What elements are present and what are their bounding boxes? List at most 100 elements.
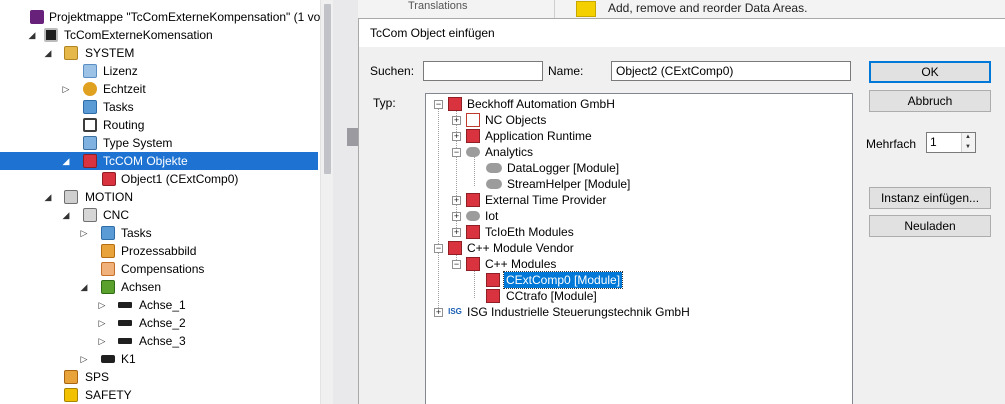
tree-item-motion[interactable]: ◢ MOTION bbox=[0, 188, 318, 206]
type-tree[interactable]: − Beckhoff Automation GmbH + NC Objects … bbox=[425, 93, 853, 404]
tree-node-beckhoff[interactable]: − Beckhoff Automation GmbH bbox=[426, 96, 852, 112]
background-block bbox=[347, 128, 358, 146]
collapse-box-icon[interactable]: − bbox=[452, 260, 461, 269]
tree-node-cpp-modules[interactable]: − C++ Modules bbox=[426, 256, 852, 272]
tree-node-iot[interactable]: + Iot bbox=[426, 208, 852, 224]
nc-objects-icon bbox=[466, 113, 480, 127]
collapsed-arrow-icon[interactable]: ▷ bbox=[96, 296, 108, 314]
collapsed-arrow-icon[interactable]: ▷ bbox=[78, 350, 90, 368]
reload-button[interactable]: Neuladen bbox=[869, 215, 991, 237]
tree-item-routing[interactable]: Routing bbox=[0, 116, 318, 134]
tree-item-lizenz[interactable]: Lizenz bbox=[0, 62, 318, 80]
tree-item-compensations[interactable]: Compensations bbox=[0, 260, 318, 278]
tree-node-streamhelper[interactable]: StreamHelper [Module] bbox=[426, 176, 852, 192]
insert-instance-button[interactable]: Instanz einfügen... bbox=[869, 187, 991, 209]
tree-item-achsen[interactable]: ◢ Achsen bbox=[0, 278, 318, 296]
tree-item-achse-3[interactable]: ▷ Achse_3 bbox=[0, 332, 318, 350]
tree-item-project[interactable]: ◢ TcComExterneKomensation bbox=[0, 26, 318, 44]
tree-node-datalogger[interactable]: DataLogger [Module] bbox=[426, 160, 852, 176]
tree-item-solution[interactable]: Projektmappe "TcComExterneKompensation" … bbox=[0, 8, 320, 26]
expanded-arrow-icon[interactable]: ◢ bbox=[60, 206, 72, 224]
cloud-icon bbox=[466, 211, 480, 221]
tccom-icon bbox=[466, 257, 480, 271]
tree-item-k1[interactable]: ▷ K1 bbox=[0, 350, 318, 368]
multiple-label: Mehrfach bbox=[866, 137, 917, 151]
tree-item-system[interactable]: ◢ SYSTEM bbox=[0, 44, 318, 62]
search-input[interactable] bbox=[423, 61, 543, 81]
collapsed-arrow-icon[interactable]: ▷ bbox=[60, 80, 72, 98]
background-divider bbox=[554, 0, 555, 18]
expand-box-icon[interactable]: + bbox=[452, 132, 461, 141]
expand-box-icon[interactable]: + bbox=[434, 308, 443, 317]
tree-node-analytics[interactable]: − Analytics bbox=[426, 144, 852, 160]
collapsed-arrow-icon[interactable]: ▷ bbox=[96, 314, 108, 332]
stepper-down-icon[interactable]: ▼ bbox=[965, 143, 971, 152]
project-icon bbox=[44, 28, 58, 42]
tree-node-nc-objects[interactable]: + NC Objects bbox=[426, 112, 852, 128]
expanded-arrow-icon[interactable]: ◢ bbox=[60, 152, 72, 170]
tree-item-cnc-tasks[interactable]: ▷ Tasks bbox=[0, 224, 318, 242]
cancel-button[interactable]: Abbruch bbox=[869, 90, 991, 112]
expand-box-icon[interactable]: + bbox=[452, 196, 461, 205]
name-input[interactable]: Object2 (CExtComp0) bbox=[611, 61, 851, 81]
channel-icon bbox=[101, 355, 115, 363]
explorer-scrollbar[interactable] bbox=[320, 0, 333, 404]
tree-item-achse-2[interactable]: ▷ Achse_2 bbox=[0, 314, 318, 332]
expanded-arrow-icon[interactable]: ◢ bbox=[42, 188, 54, 206]
collapse-box-icon[interactable]: − bbox=[434, 244, 443, 253]
cloud-icon bbox=[486, 163, 502, 173]
tree-item-cnc[interactable]: ◢ CNC bbox=[0, 206, 318, 224]
tree-item-sps[interactable]: SPS bbox=[0, 368, 318, 386]
collapsed-arrow-icon[interactable]: ▷ bbox=[96, 332, 108, 350]
axis-icon bbox=[118, 320, 132, 326]
compensations-icon bbox=[101, 262, 115, 276]
routing-icon bbox=[83, 118, 97, 132]
stepper-up-icon[interactable]: ▲ bbox=[965, 133, 971, 142]
tree-node-tcioeth-modules[interactable]: + TcIoEth Modules bbox=[426, 224, 852, 240]
tree-node-application-runtime[interactable]: + Application Runtime bbox=[426, 128, 852, 144]
realtime-icon bbox=[83, 82, 97, 96]
axes-icon bbox=[101, 280, 115, 294]
expand-box-icon[interactable]: + bbox=[452, 116, 461, 125]
tree-item-echtzeit[interactable]: ▷ Echtzeit bbox=[0, 80, 318, 98]
ok-button[interactable]: OK bbox=[869, 61, 991, 83]
collapsed-arrow-icon[interactable]: ▷ bbox=[78, 224, 90, 242]
background-hint-text: Add, remove and reorder Data Areas. bbox=[608, 1, 808, 15]
tree-item-type-system[interactable]: Type System bbox=[0, 134, 318, 152]
stepper-arrows[interactable]: ▲ ▼ bbox=[961, 133, 975, 152]
tree-item-tccom-objekte[interactable]: ◢ TcCOM Objekte bbox=[0, 152, 318, 170]
isg-logo-icon: ISG bbox=[448, 307, 462, 316]
name-label: Name: bbox=[548, 64, 584, 78]
tree-node-cctrafo[interactable]: CCtrafo [Module] bbox=[426, 288, 852, 304]
screen: Projektmappe "TcComExterneKompensation" … bbox=[0, 0, 1005, 404]
tree-item-prozessabbild[interactable]: Prozessabbild bbox=[0, 242, 318, 260]
background-window: Translations Add, remove and reorder Dat… bbox=[358, 0, 1005, 18]
expanded-arrow-icon[interactable]: ◢ bbox=[78, 278, 90, 296]
tccom-icon bbox=[448, 241, 462, 255]
background-tree-text: Translations bbox=[408, 0, 468, 12]
expanded-arrow-icon[interactable]: ◢ bbox=[42, 44, 54, 62]
tree-item-tasks[interactable]: Tasks bbox=[0, 98, 318, 116]
expand-box-icon[interactable]: + bbox=[452, 228, 461, 237]
scrollbar-thumb[interactable] bbox=[324, 4, 331, 174]
multiple-stepper[interactable]: 1 ▲ ▼ bbox=[926, 132, 976, 153]
tree-item-achse-1[interactable]: ▷ Achse_1 bbox=[0, 296, 318, 314]
expand-box-icon[interactable]: + bbox=[452, 212, 461, 221]
collapse-box-icon[interactable]: − bbox=[452, 148, 461, 157]
cloud-icon bbox=[486, 179, 502, 189]
tree-node-external-time-provider[interactable]: + External Time Provider bbox=[426, 192, 852, 208]
tccom-icon bbox=[83, 154, 97, 168]
tasks-icon bbox=[101, 226, 115, 240]
tccom-icon bbox=[466, 193, 480, 207]
tree-node-cextcomp0[interactable]: CExtComp0 [Module] bbox=[426, 271, 852, 289]
axis-icon bbox=[118, 338, 132, 344]
tccom-icon bbox=[466, 225, 480, 239]
dialog-title: TcCom Object einfügen bbox=[370, 26, 495, 40]
axis-icon bbox=[118, 302, 132, 308]
expanded-arrow-icon[interactable]: ◢ bbox=[26, 26, 38, 44]
tree-item-safety[interactable]: SAFETY bbox=[0, 386, 318, 404]
tree-node-isg[interactable]: + ISG ISG Industrielle Steuerungstechnik… bbox=[426, 304, 852, 320]
collapse-box-icon[interactable]: − bbox=[434, 100, 443, 109]
tree-node-cpp-module-vendor[interactable]: − C++ Module Vendor bbox=[426, 240, 852, 256]
tree-item-object1[interactable]: Object1 (CExtComp0) bbox=[0, 170, 318, 188]
